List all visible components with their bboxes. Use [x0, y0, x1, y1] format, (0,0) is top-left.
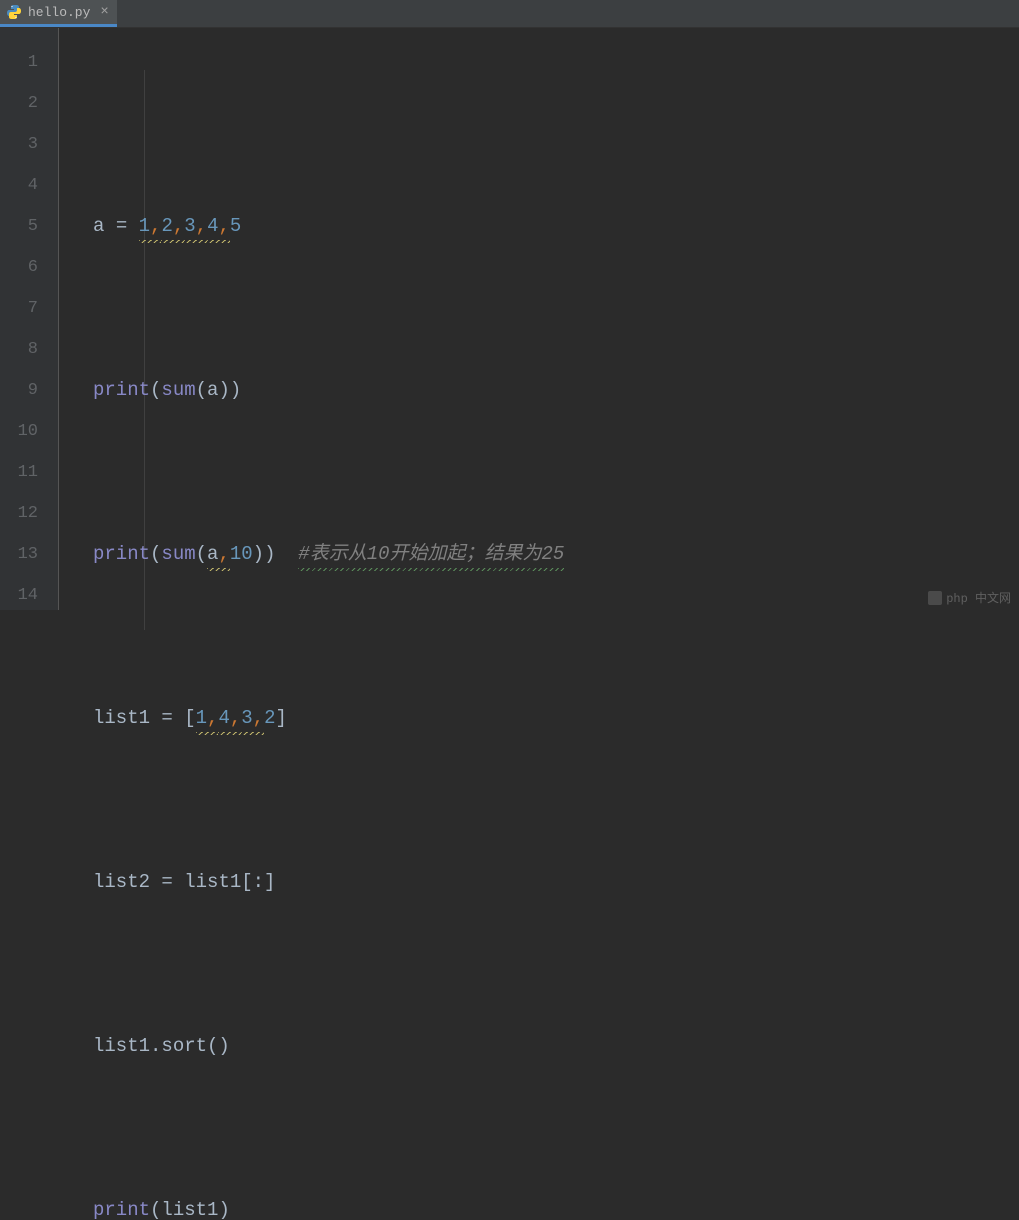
- line-gutter: 1 2 3 4 5 6 7 8 9 10 11 12 13 14: [0, 28, 58, 610]
- editor-area[interactable]: 1 2 3 4 5 6 7 8 9 10 11 12 13 14 a = 1,2…: [0, 28, 1019, 610]
- file-tab[interactable]: hello.py ×: [0, 0, 117, 27]
- line-number: 12: [0, 493, 58, 534]
- line-number: 3: [0, 124, 58, 165]
- line-number: 6: [0, 247, 58, 288]
- line-number: 2: [0, 83, 58, 124]
- line-number: 7: [0, 288, 58, 329]
- code-line: list2 = list1[:]: [93, 862, 1019, 903]
- watermark-text: php 中文网: [946, 589, 1011, 606]
- code-line: print(sum(a)): [93, 370, 1019, 411]
- line-number: 4: [0, 165, 58, 206]
- tab-filename: hello.py: [28, 5, 90, 20]
- watermark-logo-icon: [928, 591, 942, 605]
- code-line: print(sum(a,10)) #表示从10开始加起；结果为25: [93, 534, 1019, 575]
- line-number: 8: [0, 329, 58, 370]
- line-number: 13: [0, 534, 58, 575]
- line-number: 10: [0, 411, 58, 452]
- watermark: php 中文网: [928, 589, 1011, 606]
- python-file-icon: [6, 4, 22, 20]
- line-number: 9: [0, 370, 58, 411]
- line-number: 1: [0, 42, 58, 83]
- code-line: list1.sort(): [93, 1026, 1019, 1067]
- code-line: print(list1): [93, 1190, 1019, 1220]
- code-line: a = 1,2,3,4,5: [93, 206, 1019, 247]
- line-number: 5: [0, 206, 58, 247]
- code-panel[interactable]: a = 1,2,3,4,5 print(sum(a)) print(sum(a,…: [59, 28, 1019, 610]
- close-icon[interactable]: ×: [100, 4, 108, 20]
- tabs-bar: hello.py ×: [0, 0, 1019, 28]
- code-line: list1 = [1,4,3,2]: [93, 698, 1019, 739]
- line-number: 11: [0, 452, 58, 493]
